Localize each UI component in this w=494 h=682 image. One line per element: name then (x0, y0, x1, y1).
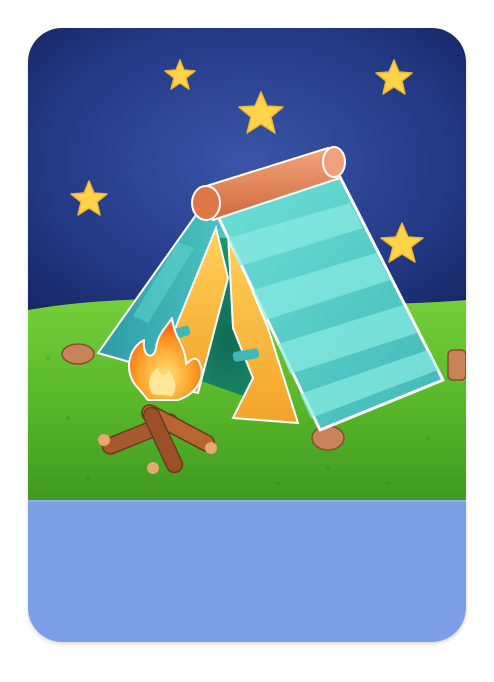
card-label-panel (28, 500, 466, 642)
camping-scene-art (28, 28, 466, 500)
camping-card[interactable] (28, 28, 466, 642)
